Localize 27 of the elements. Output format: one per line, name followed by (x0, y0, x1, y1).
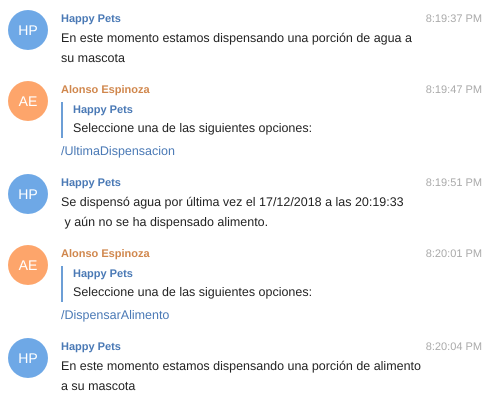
quoted-sender: Happy Pets (73, 103, 134, 118)
sender-name: Happy Pets (61, 177, 121, 189)
message-time: 8:19:37 PM (426, 13, 482, 25)
avatar: AE (8, 81, 48, 121)
message-time: 8:19:51 PM (426, 177, 482, 189)
message-text: En este momento estamos dispensando una porción de agua a (61, 30, 413, 47)
message-text: Se dispensó agua por última vez el 17/12/2018 a las 20:19:33 (61, 194, 405, 211)
message-time: 8:20:04 PM (426, 341, 482, 353)
sender-name: Happy Pets (61, 13, 121, 25)
message-text: y aún no se ha dispensado alimento. (63, 214, 270, 231)
message-text: a su mascota (61, 378, 136, 395)
quoted-text: Seleccione una de las siguientes opciones: (73, 284, 314, 301)
message-time: 8:19:47 PM (426, 84, 482, 96)
command-link[interactable]: /DispensarAlimento (61, 305, 170, 325)
message-text: su mascota (61, 50, 126, 67)
command-link[interactable]: /UltimaDispensacion (61, 141, 175, 161)
message-time: 8:20:01 PM (426, 248, 482, 260)
message-text: En este momento estamos dispensando una porción de alimento (61, 358, 422, 375)
avatar: HP (8, 338, 48, 378)
sender-name: Alonso Espinoza (61, 84, 150, 96)
quoted-sender: Happy Pets (73, 267, 134, 282)
avatar: HP (8, 10, 48, 50)
quoted-text: Seleccione una de las siguientes opciones: (73, 120, 314, 137)
sender-name: Alonso Espinoza (61, 248, 150, 260)
avatar: AE (8, 245, 48, 285)
avatar: HP (8, 174, 48, 214)
sender-name: Happy Pets (61, 341, 121, 353)
